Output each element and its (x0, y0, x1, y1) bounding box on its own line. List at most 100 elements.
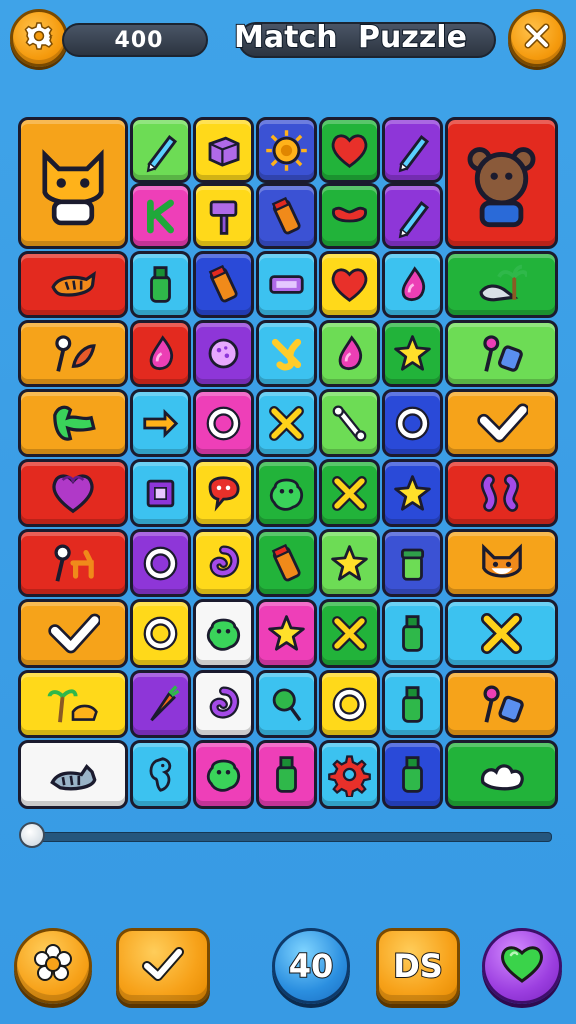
tile-jar[interactable] (382, 529, 443, 597)
cross-icon (327, 611, 372, 656)
tile-drop[interactable] (382, 251, 443, 318)
progress-slider-knob[interactable] (19, 822, 45, 848)
tile-cross[interactable] (319, 459, 380, 527)
tile-lollipop-leaf[interactable] (18, 320, 128, 387)
tile-tube[interactable] (256, 183, 317, 249)
carrot-icon (138, 682, 183, 727)
tile-cat[interactable] (18, 740, 128, 809)
tile-worms[interactable] (445, 459, 558, 527)
knot-icon (264, 331, 309, 376)
bottle-icon (264, 752, 309, 797)
tile-bottle[interactable] (382, 599, 443, 668)
hammer-icon (201, 194, 246, 239)
tile-drop[interactable] (130, 320, 191, 387)
tile-cross[interactable] (256, 389, 317, 457)
tile-square[interactable] (130, 459, 191, 527)
tile-blob[interactable] (256, 459, 317, 527)
tile-bubble[interactable] (193, 459, 254, 527)
pencil-icon (390, 194, 435, 239)
tile-pencil[interactable] (130, 117, 191, 183)
tile-bear-character[interactable] (445, 117, 558, 249)
tile-ring[interactable] (319, 670, 380, 738)
tile-swirl[interactable] (193, 670, 254, 738)
tile-ring[interactable] (382, 389, 443, 457)
tile-lollipop-deer[interactable] (18, 529, 128, 597)
code-button[interactable]: DS (376, 928, 460, 1004)
tile-heart[interactable] (319, 251, 380, 318)
tile-cat-character[interactable] (18, 117, 128, 249)
tile-sun[interactable] (256, 117, 317, 183)
bottle-icon (138, 262, 183, 307)
tile-blob[interactable] (193, 599, 254, 668)
tile-arrow[interactable] (130, 389, 191, 457)
circle-dots-icon (201, 331, 246, 376)
tile-gear[interactable] (319, 740, 380, 809)
tile-cross[interactable] (445, 599, 558, 668)
tile-fish[interactable] (18, 389, 128, 457)
tile-tiger[interactable] (18, 251, 128, 318)
tile-bottle[interactable] (130, 251, 191, 318)
tile-seahorse[interactable] (130, 740, 191, 809)
tile-star[interactable] (256, 599, 317, 668)
close-icon (523, 22, 551, 54)
tile-drop[interactable] (319, 320, 380, 387)
tile-heart[interactable] (319, 117, 380, 183)
tile-hammer[interactable] (193, 183, 254, 249)
tile-heart-palm[interactable] (18, 459, 128, 527)
tile-tube[interactable] (256, 529, 317, 597)
tile-check[interactable] (445, 389, 558, 457)
tile-bone[interactable] (319, 389, 380, 457)
tile-cloud[interactable] (445, 740, 558, 809)
tiger-icon (48, 259, 99, 310)
tile-star[interactable] (382, 320, 443, 387)
check-icon (47, 607, 100, 660)
tile-board (18, 117, 558, 829)
tile-bow[interactable] (319, 183, 380, 249)
tile-box[interactable] (193, 117, 254, 183)
tile-bottle[interactable] (382, 670, 443, 738)
tile-star[interactable] (319, 529, 380, 597)
tile-check[interactable] (18, 599, 128, 668)
cloud-icon (475, 748, 528, 801)
tile-bottle[interactable] (382, 740, 443, 809)
tile-blob[interactable] (193, 740, 254, 809)
tile-fox[interactable] (445, 529, 558, 597)
tile-pencil[interactable] (382, 183, 443, 249)
tile-star[interactable] (382, 459, 443, 527)
tile-knot[interactable] (256, 320, 317, 387)
blob-icon (264, 471, 309, 516)
tile-bottle[interactable] (256, 740, 317, 809)
tile-palm-cat[interactable] (18, 670, 128, 738)
close-button[interactable] (508, 9, 566, 67)
tile-circle-dots[interactable] (193, 320, 254, 387)
gear-icon (24, 21, 54, 55)
tile-letter-k[interactable] (130, 183, 191, 249)
tile-lollipop-gem[interactable] (445, 670, 558, 738)
tile-seal-palm[interactable] (445, 251, 558, 318)
tile-lollipop-gem[interactable] (445, 320, 558, 387)
arrow-icon (138, 401, 183, 446)
ring-icon (201, 401, 246, 446)
tile-pencil[interactable] (382, 117, 443, 183)
tile-carrot[interactable] (130, 670, 191, 738)
settings-button[interactable] (10, 9, 68, 67)
score-value: 400 (114, 27, 164, 53)
confirm-button[interactable] (116, 928, 210, 1004)
bottle-icon (390, 682, 435, 727)
flower-button[interactable] (14, 928, 92, 1004)
tile-cross[interactable] (319, 599, 380, 668)
tile-tube[interactable] (193, 251, 254, 318)
ring-icon (138, 541, 183, 586)
tile-swirl[interactable] (193, 529, 254, 597)
tile-bar[interactable] (256, 251, 317, 318)
blob-icon (201, 611, 246, 656)
progress-slider-track[interactable] (24, 832, 552, 842)
worms-icon (476, 467, 528, 519)
heart-button[interactable] (482, 928, 562, 1004)
tile-ring[interactable] (130, 529, 191, 597)
tile-lollipop[interactable] (256, 670, 317, 738)
bottle-icon (390, 611, 435, 656)
tile-ring[interactable] (130, 599, 191, 668)
tile-ring[interactable] (193, 389, 254, 457)
cross-icon (264, 401, 309, 446)
